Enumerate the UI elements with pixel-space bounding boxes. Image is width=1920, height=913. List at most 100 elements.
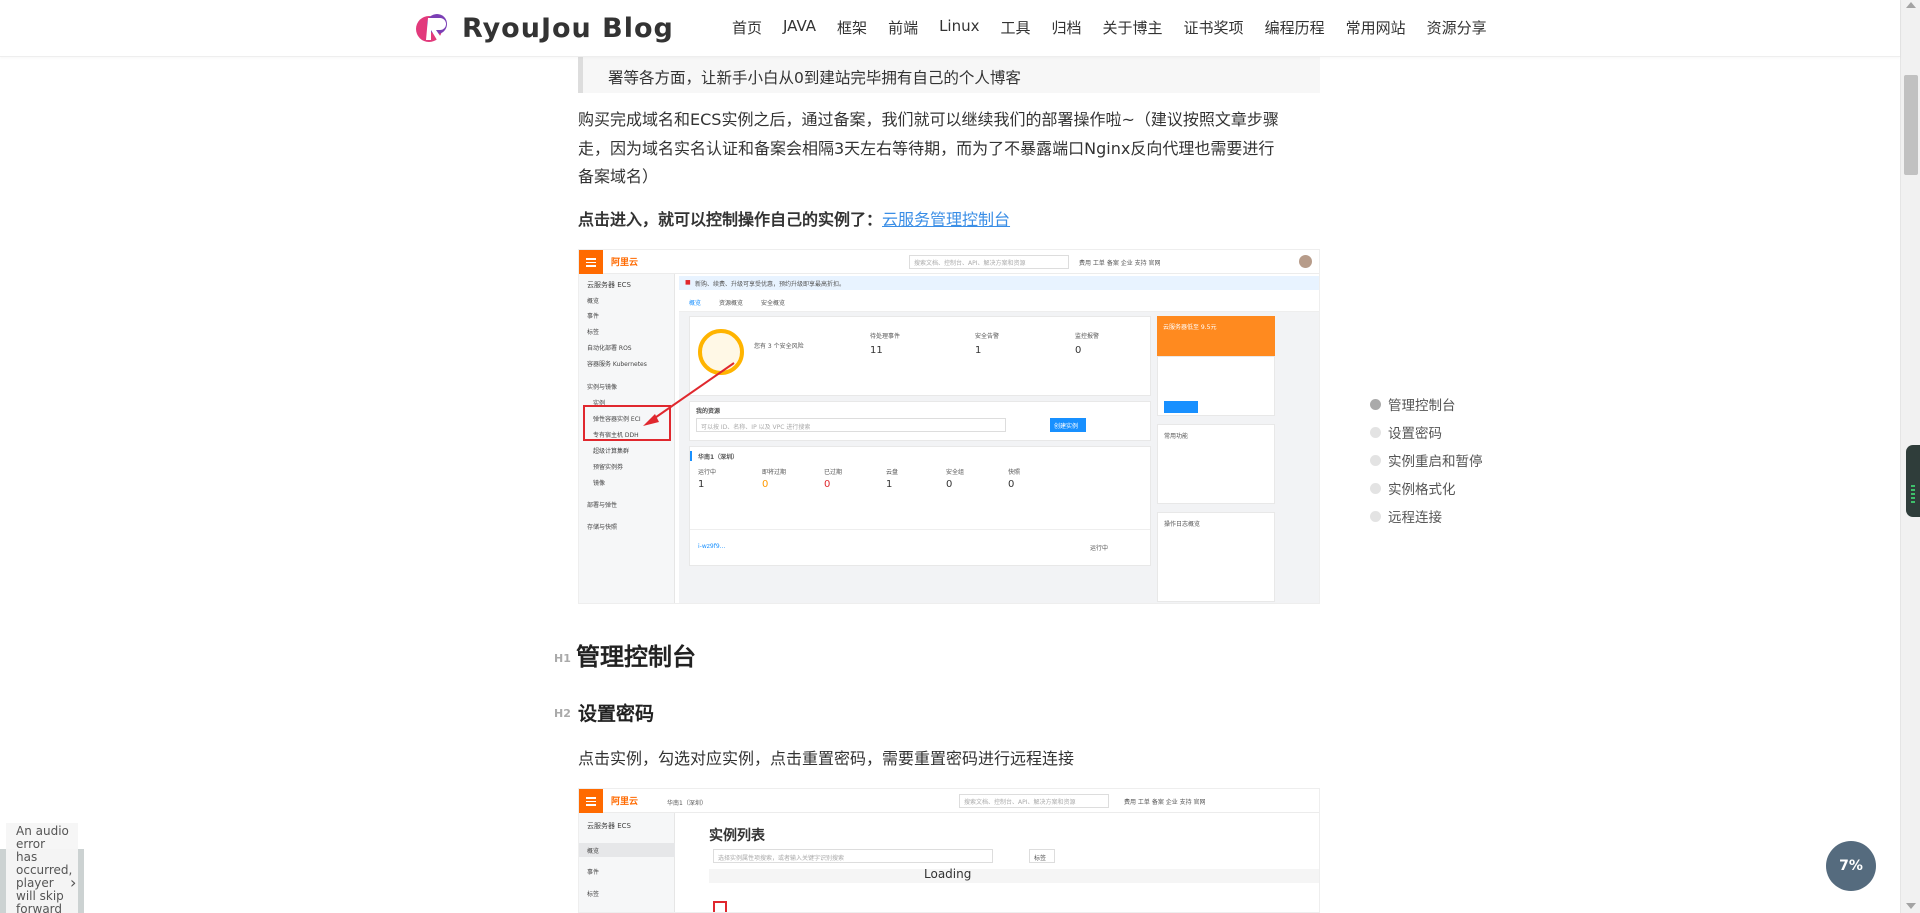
- paragraph-line: 走，因为域名实名认证和备案会相隔3天左右等待期，而为了不暴露端口Nginx反向代…: [578, 138, 1275, 158]
- toc-dot-icon: [1370, 454, 1381, 466]
- main-nav: 首页 JAVA 框架 前端 Linux 工具 归档 关于博主 证书奖项 编程历程 常用网站 资源分享: [732, 17, 1508, 38]
- toc-dot-icon: [1370, 398, 1381, 410]
- reading-progress[interactable]: 7%: [1826, 841, 1876, 891]
- chevron-right-icon[interactable]: ›: [70, 873, 76, 892]
- notice-text: 新购、续费、升级可享受优惠，预约升级即享最高折扣。: [695, 281, 846, 288]
- heading-marker: H1: [554, 652, 571, 665]
- nav-item[interactable]: 首页: [732, 17, 762, 38]
- scroll-down-icon[interactable]: [1906, 903, 1916, 909]
- sidebar-item: 预留实例券: [593, 464, 624, 471]
- screenshot-brand: 阿里云: [611, 258, 639, 268]
- nav-item[interactable]: 常用网站: [1346, 17, 1406, 38]
- nav-item[interactable]: 关于博主: [1103, 17, 1163, 38]
- nav-item[interactable]: 证书奖项: [1184, 17, 1244, 38]
- toc-label: 实例格式化: [1388, 482, 1456, 498]
- promo-card: [1157, 356, 1275, 416]
- screenshot-sidebar: 云服务器 ECS 概览 事件 标签: [579, 813, 675, 912]
- region-stat-value: 0: [1008, 479, 1015, 490]
- region-stat-value: 0: [824, 479, 831, 490]
- nav-item[interactable]: 前端: [888, 17, 918, 38]
- divider: [690, 529, 1150, 530]
- nav-item[interactable]: 资源分享: [1427, 17, 1487, 38]
- stat-value: 0: [1075, 345, 1082, 356]
- toc-item[interactable]: 实例重启和暂停: [1370, 446, 1483, 474]
- sidebar-item: 标签: [587, 891, 600, 898]
- loading-text: Loading: [924, 867, 972, 881]
- toc-item[interactable]: 远程连接: [1370, 502, 1483, 530]
- sidebar-item: 镜像: [593, 480, 606, 487]
- screenshot-search: 搜索文档、控制台、API、解决方案和资源: [959, 794, 1109, 808]
- screenshot-topbar: 阿里云 搜索文档、控制台、API、解决方案和资源 费用 工单 备案 企业 支持 …: [579, 250, 1319, 274]
- nav-item[interactable]: Linux: [939, 17, 979, 38]
- paragraph-line: 备案域名）: [578, 167, 659, 186]
- paragraph-line: 购买完成域名和ECS实例之后，通过备案，我们就可以继续我们的部署操作啦~（建议按…: [578, 110, 1279, 129]
- region-title: 华南1（深圳）: [698, 454, 739, 461]
- region-stat-label: 运行中: [698, 469, 717, 476]
- menu-icon: [579, 789, 603, 813]
- nav-item[interactable]: 编程历程: [1265, 17, 1325, 38]
- section-heading: 管理控制台: [576, 643, 696, 671]
- tag-button: 标签: [1029, 849, 1055, 863]
- table-of-contents: 管理控制台 设置密码 实例重启和暂停实例格式化远程连接: [1370, 390, 1483, 530]
- nav-item[interactable]: 框架: [837, 17, 867, 38]
- create-instance-button: 创建实例: [1050, 418, 1086, 432]
- sidebar-item: 容器服务 Kubernetes: [587, 361, 647, 368]
- highlight-box: [713, 901, 727, 912]
- table-header: [709, 869, 1319, 883]
- quote-text: 署等各方面，让新手小白从0到建站完毕拥有自己的个人博客: [608, 69, 1021, 87]
- card-title: 常用功能: [1164, 433, 1189, 440]
- screenshot-toplinks: 费用 工单 备案 企业 支持 官网: [1124, 799, 1206, 806]
- side-widget[interactable]: [1906, 445, 1920, 517]
- instance-status: 运行中: [1090, 545, 1109, 552]
- paragraph-link-line: 点击进入，就可以控制操作自己的实例了：云服务管理控制台: [578, 206, 1320, 235]
- sidebar-item: 存储与快照: [587, 524, 618, 531]
- list-search: 选择实例属性项搜索，或者输入关键字识别搜索: [713, 849, 993, 863]
- sidebar-item: 概览: [587, 298, 600, 305]
- sidebar-item: 部署与弹性: [587, 502, 618, 509]
- toc-item[interactable]: 设置密码: [1370, 418, 1483, 446]
- sidebar-item: 超级计算集群: [593, 448, 630, 455]
- blockquote: 署等各方面，让新手小白从0到建站完毕拥有自己的个人博客: [578, 57, 1320, 93]
- stat-label: 安全告警: [975, 333, 1000, 340]
- nav-item[interactable]: 工具: [1001, 17, 1031, 38]
- log-card: 操作日志概览: [1157, 512, 1275, 602]
- common-functions-card: 常用功能: [1157, 424, 1275, 504]
- security-card: 您有 3 个安全风险 待处理事件 11 安全告警 1 监控报警 0: [689, 316, 1151, 396]
- toc-dot-icon: [1370, 510, 1381, 522]
- logo-icon: [416, 14, 447, 42]
- nav-item[interactable]: JAVA: [783, 17, 816, 38]
- site-logo[interactable]: RyouJou Blog: [412, 10, 674, 46]
- sidebar-item: 标签: [587, 329, 600, 336]
- region-stat-label: 云盘: [886, 469, 899, 476]
- toc-item[interactable]: 实例格式化: [1370, 474, 1483, 502]
- region-stat-value: 0: [946, 479, 953, 490]
- tab-overview: 概览: [689, 300, 702, 307]
- scroll-up-icon[interactable]: [1906, 2, 1916, 8]
- stat-label: 监控报警: [1075, 333, 1100, 340]
- instance-id: i-wz9f9...: [698, 543, 726, 550]
- notice-icon: ■: [685, 279, 691, 286]
- toc-dot-icon: [1370, 426, 1381, 438]
- region-stat-value: 1: [698, 479, 705, 490]
- instance-list-screenshot: 阿里云 华南1（深圳） 搜索文档、控制台、API、解决方案和资源 费用 工单 备…: [578, 788, 1320, 913]
- nav-item[interactable]: 归档: [1052, 17, 1082, 38]
- audio-error-text: An audio error has occurred, player will…: [6, 823, 78, 913]
- logo-text: RyouJou Blog: [462, 12, 674, 44]
- scroll-thumb[interactable]: [1904, 75, 1918, 175]
- promo-title: 云服务器低至 9.5元: [1163, 324, 1217, 331]
- paragraph-text: 点击进入，就可以控制操作自己的实例了：: [578, 210, 883, 229]
- notice-bar: ■ 新购、续费、升级可享受优惠，预约升级即享最高折扣。: [679, 276, 1319, 290]
- screenshot-brand: 阿里云: [611, 797, 639, 807]
- screenshot-toplinks: 费用 工单 备案 企业 支持 官网: [1079, 260, 1161, 267]
- console-link[interactable]: 云服务管理控制台: [882, 210, 1010, 229]
- accent-bar: [690, 451, 692, 461]
- region-stat-label: 安全组: [946, 469, 965, 476]
- sidebar-item: 概览: [587, 848, 600, 855]
- sidebar-item: 事件: [587, 869, 600, 876]
- sidebar-item: 实例与镜像: [587, 384, 618, 391]
- avatar: [1299, 255, 1312, 268]
- console-screenshot: 阿里云 搜索文档、控制台、API、解决方案和资源 费用 工单 备案 企业 支持 …: [578, 249, 1320, 604]
- toc-item[interactable]: 管理控制台: [1370, 390, 1483, 418]
- tab-resources: 资源概览: [719, 300, 744, 307]
- tab-bar: 概览 资源概览 安全概览: [679, 290, 1319, 312]
